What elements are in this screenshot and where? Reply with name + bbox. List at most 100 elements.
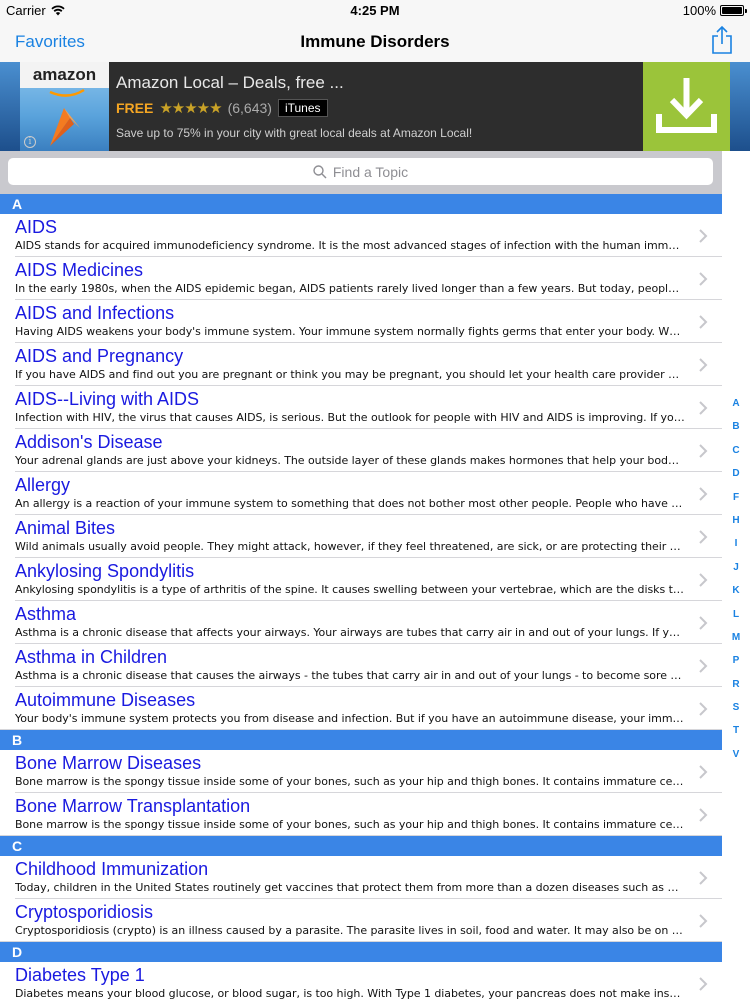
list-item[interactable]: AIDS Medicines In the early 1980s, when t… [0, 257, 722, 300]
list-item-description: Asthma is a chronic disease that causes … [15, 669, 685, 682]
list-item-title: Cryptosporidiosis [15, 902, 154, 922]
list-item-description: An allergy is a reaction of your immune … [15, 497, 685, 510]
list-item[interactable]: AIDS AIDS stands for acquired immunodefic… [0, 214, 722, 257]
index-letter[interactable]: B [722, 415, 750, 438]
index-letter[interactable]: K [722, 579, 750, 602]
status-time: 4:25 PM [350, 3, 400, 18]
section-header: B [0, 730, 722, 750]
ad-meta-row: FREE ★★★★★ (6,643) iTunes [116, 99, 328, 117]
list-item[interactable]: Animal Bites Wild animals usually avoid p… [0, 515, 722, 558]
index-letter[interactable]: F [722, 486, 750, 509]
ad-banner[interactable]: amazon i Amazon Local – Deals, free ... … [0, 62, 750, 151]
status-bar: Carrier 4:25 PM 100% [0, 0, 750, 22]
list-item-title: AIDS--Living with AIDS [15, 389, 200, 409]
chevron-right-icon [699, 401, 708, 415]
index-letter[interactable]: J [722, 556, 750, 579]
ad-description: Save up to 75% in your city with great l… [116, 126, 473, 140]
list-item-title: Ankylosing Spondylitis [15, 561, 195, 581]
index-letter[interactable]: M [722, 626, 750, 649]
chevron-right-icon [699, 659, 708, 673]
search-side-spacer [722, 151, 750, 194]
ad-background-left [0, 62, 20, 151]
store-badge: iTunes [277, 99, 328, 117]
chevron-right-icon [699, 871, 708, 885]
index-letter[interactable]: T [722, 719, 750, 742]
chevron-right-icon [699, 315, 708, 329]
chevron-right-icon [699, 530, 708, 544]
list-item[interactable]: Bone Marrow Transplantation Bone marrow i… [0, 793, 722, 836]
list-item-description: Your adrenal glands are just above your … [15, 454, 685, 467]
list-item[interactable]: Cryptosporidiosis Cryptosporidiosis (cryp… [0, 899, 722, 942]
topic-list: A AIDS AIDS stands for acquired immunodefi… [0, 194, 722, 1000]
index-letter[interactable]: P [722, 649, 750, 672]
list-item-description: Wild animals usually avoid people. They … [15, 540, 685, 553]
list-item-description: Asthma is a chronic disease that affects… [15, 626, 685, 639]
chevron-right-icon [699, 914, 708, 928]
index-letter[interactable]: D [722, 462, 750, 485]
index-letter[interactable]: V [722, 743, 750, 766]
search-input[interactable]: Find a Topic [8, 158, 713, 185]
index-letter[interactable]: L [722, 603, 750, 626]
status-right: 100% [682, 3, 747, 18]
section-index[interactable]: ABCDFHIJKLMPRSTV [722, 392, 750, 766]
chevron-right-icon [699, 487, 708, 501]
chevron-right-icon [699, 702, 708, 716]
list-item[interactable]: Asthma Asthma is a chronic disease that a… [0, 601, 722, 644]
list-item-description: Infection with HIV, the virus that cause… [15, 411, 685, 424]
list-item-description: Cryptosporidiosis (crypto) is an illness… [15, 924, 685, 937]
list-item[interactable]: Asthma in Children Asthma is a chronic di… [0, 644, 722, 687]
rating-count: (6,643) [227, 100, 272, 116]
battery-percent: 100% [682, 3, 716, 18]
list-item-title: Allergy [15, 475, 71, 495]
chevron-right-icon [699, 765, 708, 779]
chevron-right-icon [699, 616, 708, 630]
ad-download-button[interactable] [643, 62, 730, 151]
list-item-description: Bone marrow is the spongy tissue inside … [15, 818, 685, 831]
index-letter[interactable]: C [722, 439, 750, 462]
list-item[interactable]: Ankylosing Spondylitis Ankylosing spondyl… [0, 558, 722, 601]
ad-title: Amazon Local – Deals, free ... [116, 73, 344, 92]
list-item[interactable]: AIDS and Pregnancy If you have AIDS and f… [0, 343, 722, 386]
list-item[interactable]: Childhood Immunization Today, children in… [0, 856, 722, 899]
list-item[interactable]: Bone Marrow Diseases Bone marrow is the s… [0, 750, 722, 793]
list-item-description: Ankylosing spondylitis is a type of arth… [15, 583, 685, 596]
list-item-description: Having AIDS weakens your body's immune s… [15, 325, 685, 338]
amazon-logo-text: amazon [20, 62, 109, 88]
list-item[interactable]: Addison's Disease Your adrenal glands are… [0, 429, 722, 472]
list-item-description: Today, children in the United States rou… [15, 881, 685, 894]
search-icon [313, 164, 327, 178]
list-item-title: AIDS and Infections [15, 303, 175, 323]
list-item-title: Asthma [15, 604, 77, 624]
page-title: Immune Disorders [300, 32, 450, 51]
chevron-right-icon [699, 358, 708, 372]
index-letter[interactable]: A [722, 392, 750, 415]
list-item-title: Asthma in Children [15, 647, 168, 667]
index-letter[interactable]: H [722, 509, 750, 532]
ad-price: FREE [116, 100, 154, 116]
list-item-description: AIDS stands for acquired immunodeficienc… [15, 239, 685, 252]
download-icon [656, 78, 717, 133]
section-header: C [0, 836, 722, 856]
list-item-title: Animal Bites [15, 518, 116, 538]
list-item-description: If you have AIDS and find out you are pr… [15, 368, 685, 381]
search-placeholder: Find a Topic [332, 163, 409, 180]
list-item-title: Bone Marrow Transplantation [15, 796, 251, 816]
index-letter[interactable]: I [722, 532, 750, 555]
section-header: D [0, 942, 722, 962]
chevron-right-icon [699, 573, 708, 587]
index-letter[interactable]: S [722, 696, 750, 719]
search-bar: Find a Topic [0, 151, 722, 194]
list-item[interactable]: Allergy An allergy is a reaction of your … [0, 472, 722, 515]
list-item-description: Your body's immune system protects you f… [15, 712, 685, 725]
list-item[interactable]: Autoimmune Diseases Your body's immune sy… [0, 687, 722, 730]
index-letter[interactable]: R [722, 673, 750, 696]
section-header: A [0, 194, 722, 214]
list-item[interactable]: AIDS and Infections Having AIDS weakens y… [0, 300, 722, 343]
list-item-title: Bone Marrow Diseases [15, 753, 202, 773]
list-item-title: AIDS Medicines [15, 260, 144, 280]
list-item[interactable]: Diabetes Type 1 Diabetes means your blood… [0, 962, 722, 1000]
list-item-description: Diabetes means your blood glucose, or bl… [15, 987, 685, 1000]
ad-info-icon[interactable]: i [24, 136, 36, 148]
list-item[interactable]: AIDS--Living with AIDS Infection with HIV… [0, 386, 722, 429]
share-icon[interactable] [710, 25, 734, 55]
